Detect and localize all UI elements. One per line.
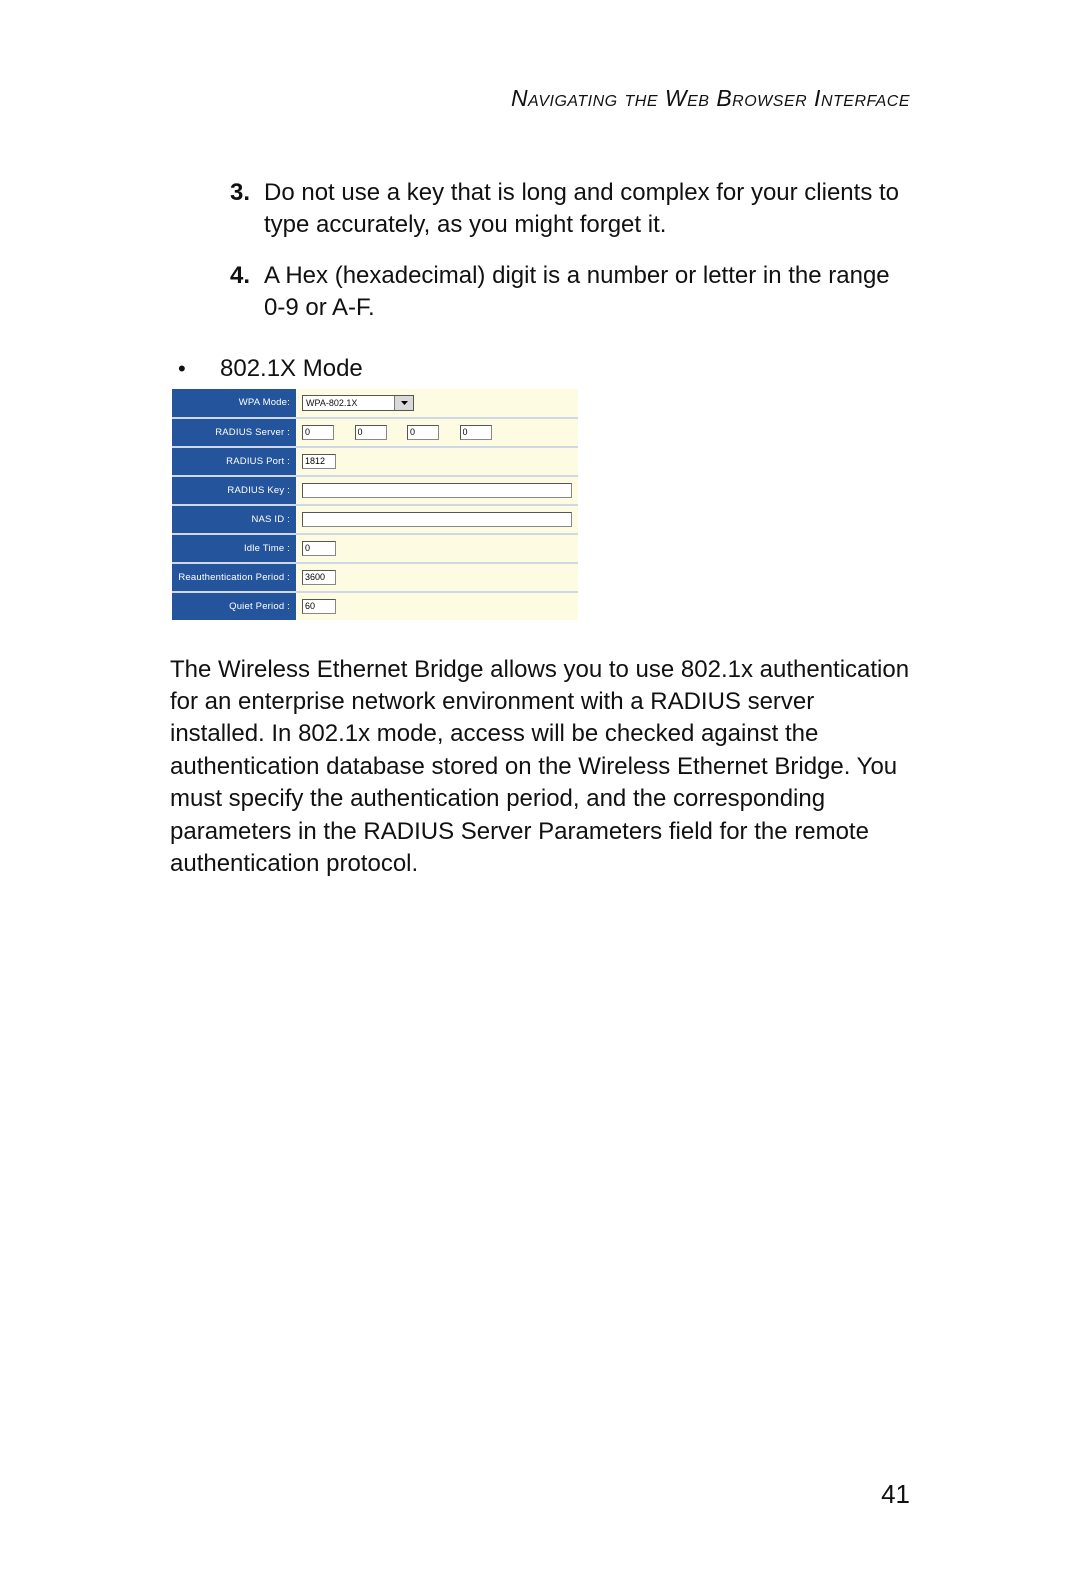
list-number: 4. — [230, 260, 264, 325]
radius-key-label: RADIUS Key : — [172, 476, 296, 505]
wpa-mode-value: WPA-802.1X — [303, 398, 360, 408]
chevron-down-icon — [394, 396, 413, 410]
radius-server-oct4[interactable] — [460, 425, 492, 440]
quiet-period-label: Quiet Period : — [172, 592, 296, 620]
wpa-mode-select[interactable]: WPA-802.1X — [302, 395, 414, 411]
radius-port-input[interactable] — [302, 454, 336, 469]
wpa-mode-label: WPA Mode: — [172, 389, 296, 418]
list-text: A Hex (hexadecimal) digit is a number or… — [264, 260, 910, 325]
body-paragraph: The Wireless Ethernet Bridge allows you … — [170, 654, 910, 881]
idle-time-label: Idle Time : — [172, 534, 296, 563]
quiet-period-input[interactable] — [302, 599, 336, 614]
list-text: Do not use a key that is long and comple… — [264, 177, 910, 242]
list-item: 3. Do not use a key that is long and com… — [230, 177, 910, 242]
bullet-item: • 802.1X Mode — [178, 355, 910, 383]
radius-server-label: RADIUS Server : — [172, 418, 296, 447]
nas-id-input[interactable] — [302, 512, 572, 527]
radius-server-oct1[interactable] — [302, 425, 334, 440]
config-form: WPA Mode: WPA-802.1X RADIUS Server : — [172, 389, 578, 620]
list-item: 4. A Hex (hexadecimal) digit is a number… — [230, 260, 910, 325]
radius-port-label: RADIUS Port : — [172, 447, 296, 476]
radius-server-oct3[interactable] — [407, 425, 439, 440]
running-header: Navigating the Web Browser Interface — [170, 85, 910, 112]
idle-time-input[interactable] — [302, 541, 336, 556]
ordered-list: 3. Do not use a key that is long and com… — [170, 177, 910, 325]
page-number: 41 — [881, 1479, 910, 1510]
list-number: 3. — [230, 177, 264, 242]
reauth-period-input[interactable] — [302, 570, 336, 585]
radius-server-oct2[interactable] — [355, 425, 387, 440]
radius-key-input[interactable] — [302, 483, 572, 498]
bullet-text: 802.1X Mode — [220, 355, 363, 383]
nas-id-label: NAS ID : — [172, 505, 296, 534]
reauth-period-label: Reauthentication Period : — [172, 563, 296, 592]
bullet-marker: • — [178, 356, 220, 382]
